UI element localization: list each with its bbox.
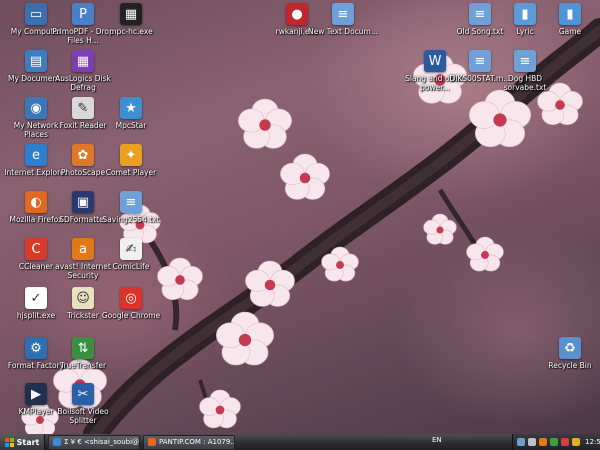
comet-icon: ✦ [120,144,142,166]
desktop[interactable]: ▭ My Computer P PrimoPDF - Drop Files H... ▦… [0,0,600,434]
avast-tray-icon[interactable] [539,438,547,446]
chrome-icon: ◎ [120,287,142,309]
language-indicator[interactable]: EN [432,436,442,444]
word-document-icon: W [424,50,446,72]
desktop-icon[interactable]: ▦ AusLogics Disk Defrag [48,50,118,92]
desktop-icon[interactable]: ▮ Game [535,3,600,36]
documents-icon: ▤ [25,50,47,72]
desktop-icon-label: Saving2554.txt [102,215,160,224]
desktop-icon-label: Google Chrome [101,311,161,320]
recycle-bin-icon: ♻ [559,337,581,359]
ccleaner-icon: C [25,238,47,260]
transfer-icon: ⇅ [72,337,94,359]
desktop-icon-label: ComicLife [112,262,150,271]
desktop-icon[interactable]: ✂ Boilsoft Video Splitter [48,383,118,425]
computer-icon: ▭ [25,3,47,25]
firefox-icon: ◐ [25,191,47,213]
windows-logo-icon [4,437,14,447]
sd-card-icon: ▣ [72,191,94,213]
text-file-icon: ≡ [120,191,142,213]
desktop-icon[interactable]: ✦ Comet Player [96,144,166,177]
taskbar-button-messenger[interactable]: Σ ¥ € <shisai_soubi@... [48,434,140,450]
volume-tray-icon[interactable] [528,438,536,446]
blossom [238,98,292,149]
desktop-icon[interactable]: ✍ ComicLife [96,238,166,271]
avast-icon: a [72,238,94,260]
desktop-icon-label: Dog HBD sorvabe.txt [503,74,547,92]
text-file-icon: ≡ [514,50,536,72]
taskbar-button-browser[interactable]: PANTIP.COM : A1079... [143,434,235,450]
photoscape-icon: ✿ [72,144,94,166]
messenger-icon [53,438,61,446]
desktop-icon[interactable]: ◎ Google Chrome [96,287,166,320]
pdf-icon: P [72,3,94,25]
clock[interactable]: 12:54 [585,438,600,446]
firefox-icon [148,438,156,446]
system-tray: 12:54 [512,434,600,450]
blossom [280,153,330,200]
desktop-icon-label: Lyric [516,27,534,36]
shield-tray-icon[interactable] [561,438,569,446]
desktop-icon-label: MpcStar [115,121,147,130]
format-factory-icon: ⚙ [25,337,47,359]
desktop-icon[interactable]: ▦ mpc-hc.exe [96,3,166,36]
desktop-icon-label: mpc-hc.exe [109,27,153,36]
film-icon: ▦ [120,3,142,25]
desktop-icon-label: Trickster [67,311,99,320]
update-tray-icon[interactable] [572,438,580,446]
desktop-icon[interactable]: ⇅ TrueTransfer [48,337,118,370]
internet-explorer-icon: e [25,144,47,166]
blossom [423,213,457,245]
desktop-icon-label: Game [558,27,582,36]
desktop-icon[interactable]: ★ MpcStar [96,97,166,130]
comic-icon: ✍ [120,238,142,260]
desktop-icon-label: New Text Docum... [308,27,378,36]
video-splitter-icon: ✂ [72,383,94,405]
desktop-icon[interactable]: ♻ Recycle Bin [535,337,600,370]
kmplayer-icon: ▶ [25,383,47,405]
desktop-icon[interactable]: ≡ Saving2554.txt [96,191,166,224]
taskbar: Start Σ ¥ € <shisai_soubi@... PANTIP.COM… [0,434,600,450]
taskbar-button-label: Σ ¥ € <shisai_soubi@... [64,438,140,446]
desktop-icon-label: TrueTransfer [59,361,107,370]
taskbar-button-label: PANTIP.COM : A1079... [159,438,235,446]
text-file-icon: ≡ [332,3,354,25]
kanji-icon: ● [286,3,308,25]
desktop-icon-label: Comet Player [105,168,157,177]
network-icon: ◉ [25,97,47,119]
start-button[interactable]: Start [0,434,45,450]
trickster-icon: ☺ [72,287,94,309]
desktop-icon-label: AusLogics Disk Defrag [55,74,111,92]
defrag-icon: ▦ [72,50,94,72]
foxit-reader-icon: ✎ [72,97,94,119]
start-label: Start [16,437,40,447]
desktop-icon-label: Boilsoft Video Splitter [57,407,109,425]
checkmark-icon: ✓ [25,287,47,309]
messenger-tray-icon[interactable] [550,438,558,446]
desktop-icon[interactable]: ≡ New Text Docum... [308,3,378,36]
network-tray-icon[interactable] [517,438,525,446]
star-icon: ★ [120,97,142,119]
desktop-icon-label: Recycle Bin [548,361,592,370]
desktop-icon[interactable]: ≡ Dog HBD sorvabe.txt [490,50,560,92]
text-file-icon: ≡ [469,50,491,72]
text-file-icon: ≡ [469,3,491,25]
folder-icon: ▮ [514,3,536,25]
folder-icon: ▮ [559,3,581,25]
